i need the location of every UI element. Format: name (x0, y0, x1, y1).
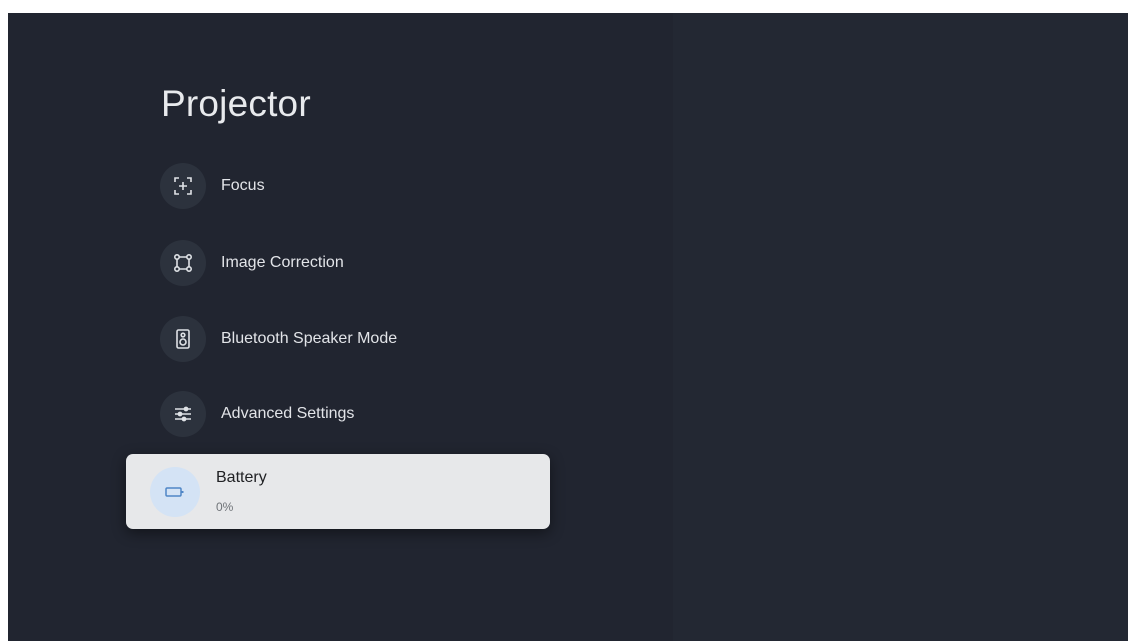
menu-item-advanced-settings[interactable]: Advanced Settings (160, 390, 354, 438)
settings-panel: Projector Focus Image Correction Bluetoo… (8, 13, 673, 641)
sliders-icon (160, 391, 206, 437)
battery-icon (150, 467, 200, 517)
menu-item-battery[interactable]: Battery 0% (126, 454, 550, 529)
tv-screen: Projector Focus Image Correction Bluetoo… (8, 13, 1128, 641)
menu-item-image-correction[interactable]: Image Correction (160, 239, 344, 287)
focus-icon (160, 163, 206, 209)
menu-item-label: Advanced Settings (221, 405, 355, 422)
menu-item-focus[interactable]: Focus (160, 162, 265, 210)
image-correction-icon (160, 240, 206, 286)
menu-item-label: Image Correction (221, 254, 344, 271)
preview-panel (673, 13, 1128, 641)
battery-value: 0% (216, 500, 234, 514)
page-title: Projector (161, 83, 311, 124)
menu-item-label: Focus (221, 177, 265, 194)
battery-label: Battery (216, 469, 267, 486)
menu-item-label: Bluetooth Speaker Mode (221, 330, 398, 347)
menu-item-bluetooth-speaker-mode[interactable]: Bluetooth Speaker Mode (160, 315, 397, 363)
speaker-icon (160, 316, 206, 362)
